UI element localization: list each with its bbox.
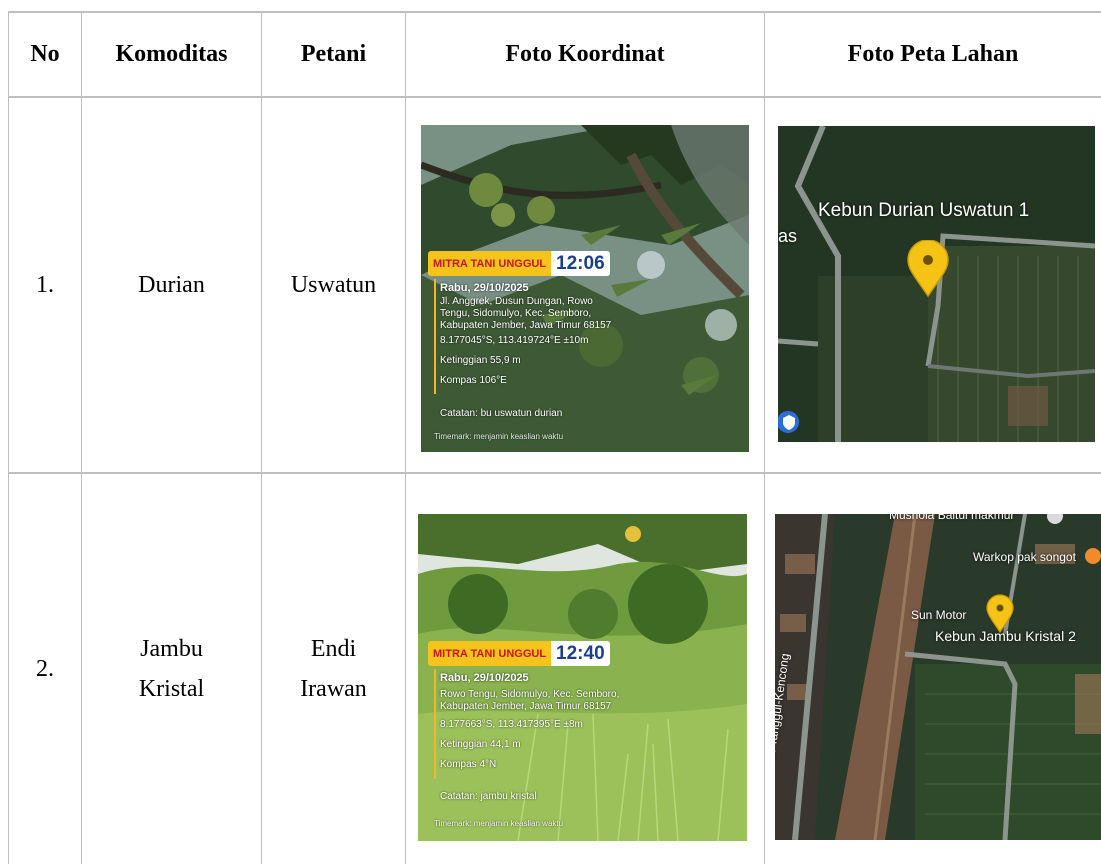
timestamp-address: Rowo Tengu, Sidomulyo, Kec. Semboro, [440, 689, 620, 700]
timestamp-time: 12:06 [551, 251, 610, 276]
timestamp-compass: Kompas 4°N [440, 759, 497, 770]
row2-komoditas-line: Jambu [140, 636, 203, 662]
col-divider [405, 11, 406, 864]
row2-petani: Endi Irawan [262, 474, 405, 864]
map-top-label: Mushola Baitul makmur [889, 514, 1015, 522]
map-poi-label: Warkop pak songot [973, 550, 1076, 564]
timestamp-address: Jl. Anggrek, Dusun Dungan, Rowo [440, 296, 593, 307]
timestamp-footer: Timemark: menjamin keaslian waktu [434, 432, 564, 441]
row1-foto-koordinat: MITRA TANI UNGGUL 12:06 Rabu, 29/10/2025… [421, 125, 749, 452]
timestamp-brand: MITRA TANI UNGGUL [428, 251, 552, 276]
header-petani: Petani [300, 41, 367, 67]
row2-foto-peta: Mushola Baitul makmur Warkop pak songot … [775, 514, 1101, 840]
col-divider [764, 11, 765, 864]
row2-petani-line: Endi [310, 636, 357, 662]
header-foto-peta-lahan: Foto Peta Lahan [847, 41, 1019, 67]
map-pin-icon [906, 240, 950, 298]
timestamp-footer: Timemark: menjamin keaslian waktu [434, 819, 564, 828]
row1-komoditas: Durian [138, 272, 205, 298]
row1-foto-peta: Kebun Durian Uswatun 1 as [778, 126, 1095, 442]
header-komoditas: Komoditas [115, 41, 228, 67]
row2-foto-koordinat: MITRA TANI UNGGUL 12:40 Rabu, 29/10/2025… [418, 514, 747, 841]
timestamp-note: Catatan: jambu kristal [440, 791, 537, 802]
timestamp-compass: Kompas 106°E [440, 375, 507, 386]
timestamp-date: Rabu, 29/10/2025 [440, 672, 529, 684]
shield-icon [778, 411, 800, 433]
map-place-label: Kebun Durian Uswatun 1 [818, 200, 1030, 221]
header-foto-koordinat: Foto Koordinat [505, 41, 665, 67]
row2-komoditas: Jambu Kristal [82, 474, 261, 864]
map-poi-label: Sun Motor [911, 608, 967, 622]
timestamp-note: Catatan: bu uswatun durian [440, 408, 563, 419]
row2-no: 2. [36, 656, 54, 682]
row1-petani: Uswatun [290, 272, 377, 298]
timestamp-time: 12:40 [551, 641, 610, 666]
timestamp-address: Kabupaten Jember, Jawa Timur 68157 [440, 701, 612, 712]
timestamp-brand: MITRA TANI UNGGUL [428, 641, 552, 666]
timestamp-coords: 8.177045°S, 113.419724°E ±10m [440, 335, 589, 346]
row2-petani-line: Irawan [300, 676, 367, 702]
header-no: No [30, 41, 60, 67]
row2-komoditas-line: Kristal [138, 676, 205, 702]
timestamp-altitude: Ketinggian 44,1 m [440, 739, 521, 750]
row1-no: 1. [36, 272, 54, 298]
timestamp-address: Tengu, Sidomulyo, Kec. Semboro, [440, 308, 592, 319]
map-pin-icon [985, 594, 1015, 634]
map-edge-label: as [778, 226, 798, 246]
timestamp-date: Rabu, 29/10/2025 [440, 282, 529, 294]
timestamp-altitude: Ketinggian 55,9 m [440, 355, 521, 366]
timestamp-address: Kabupaten Jember, Jawa Timur 68157 [440, 320, 612, 331]
timestamp-coords: 8.177663°S, 113.417395°E ±8m [440, 719, 583, 730]
